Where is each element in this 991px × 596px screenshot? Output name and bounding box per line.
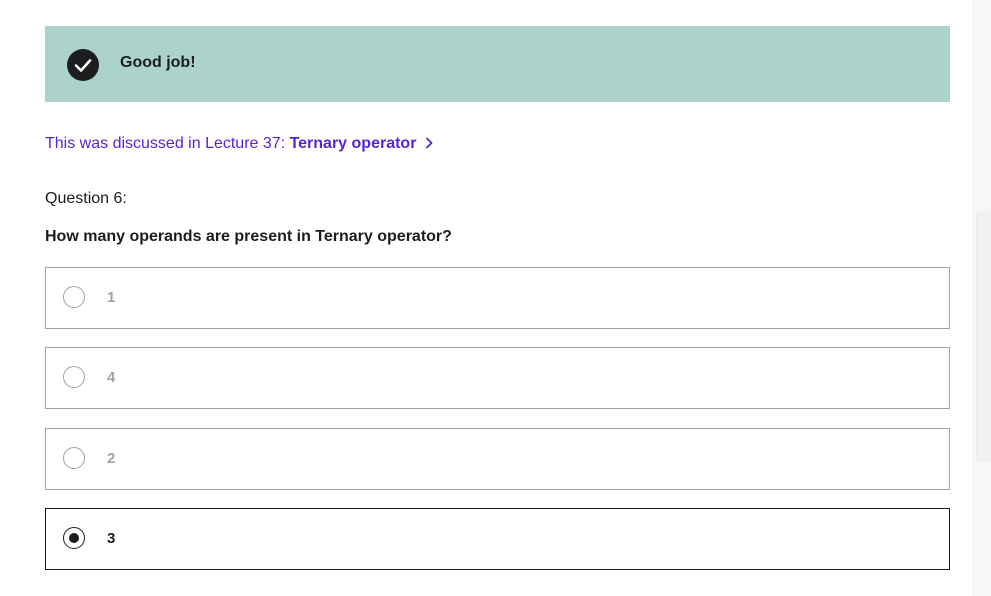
answer-option-label: 3 [107,530,116,547]
answer-option-3[interactable]: 2 [45,428,950,490]
radio-button[interactable] [63,447,85,469]
chevron-right-icon [426,137,433,149]
lecture-link[interactable]: This was discussed in Lecture 37: Ternar… [45,134,434,154]
scrollbar-thumb[interactable] [976,212,991,462]
radio-button[interactable] [63,366,85,388]
answer-option-label: 2 [107,450,116,467]
answer-option-1[interactable]: 1 [45,267,950,329]
answer-option-2[interactable]: 4 [45,347,950,409]
quiz-result-page: Good job! This was discussed in Lecture … [0,0,991,596]
check-circle-icon [67,49,99,81]
feedback-banner: Good job! [45,26,950,102]
radio-button-selected[interactable] [63,527,85,549]
lecture-link-prefix: This was discussed in Lecture 37: [45,135,290,152]
question-text: How many operands are present in Ternary… [45,228,452,245]
feedback-message: Good job! [120,54,196,71]
question-number: Question 6: [45,190,127,207]
lecture-link-title: Ternary operator [289,135,417,152]
radio-button[interactable] [63,286,85,308]
answer-option-label: 1 [107,289,116,306]
answer-option-4[interactable]: 3 [45,508,950,570]
radio-dot-icon [69,533,79,543]
answer-option-label: 4 [107,369,116,386]
